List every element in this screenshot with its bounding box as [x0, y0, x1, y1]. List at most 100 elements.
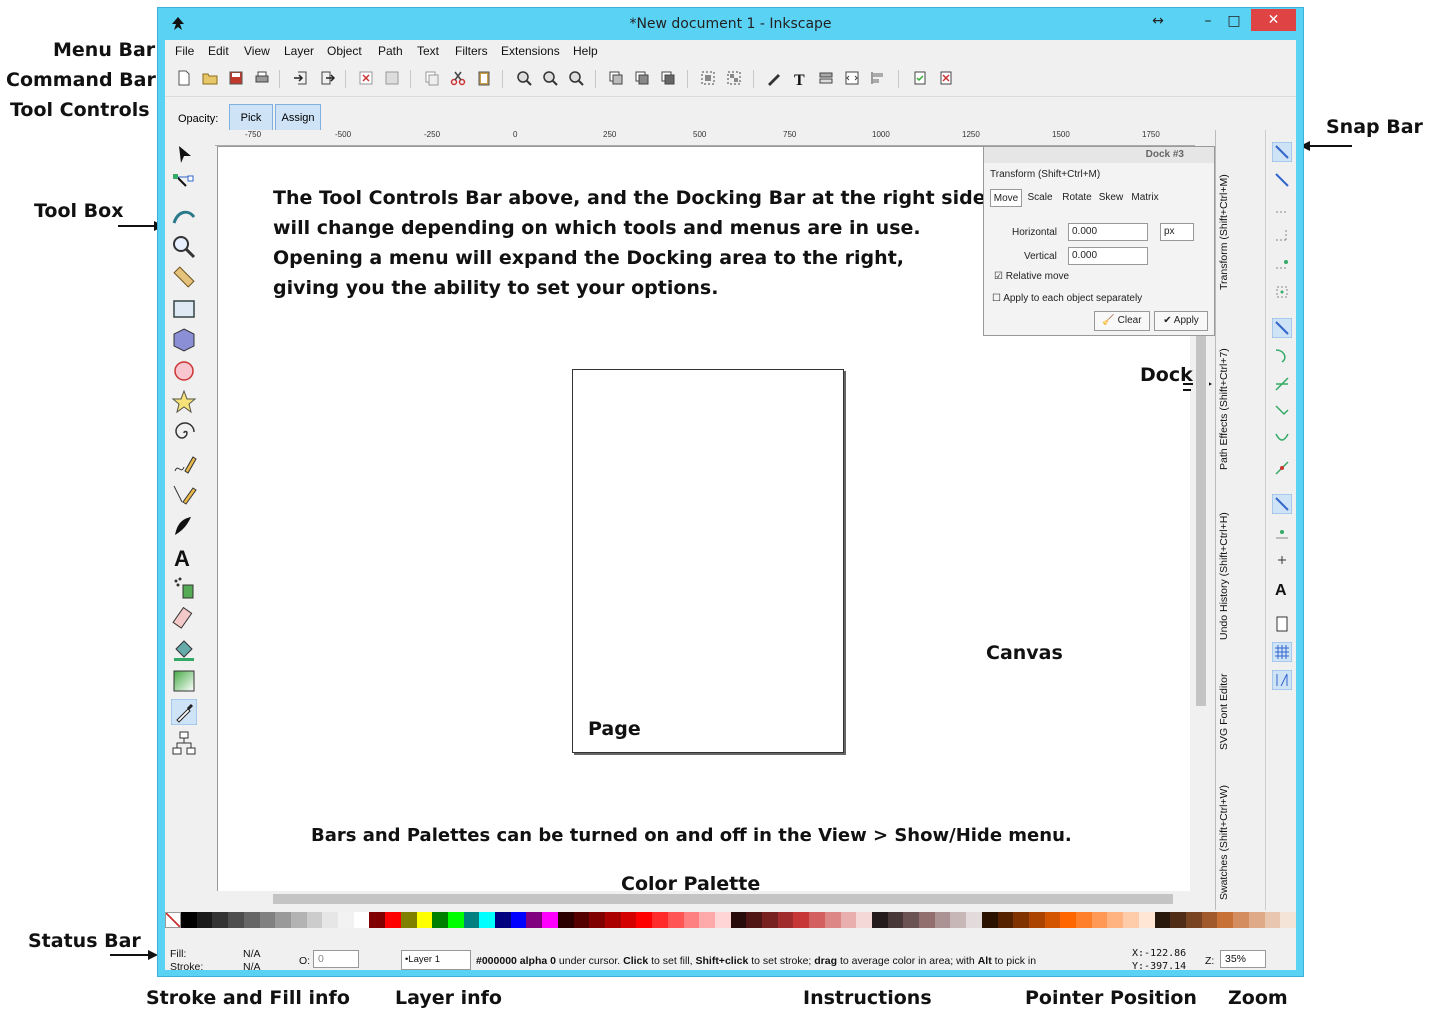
color-swatch[interactable] [447, 912, 464, 928]
clear-button[interactable]: 🧹 Clear [1094, 311, 1150, 331]
color-swatch[interactable] [934, 912, 951, 928]
snap-object-center-icon[interactable] [1272, 522, 1292, 542]
color-swatch[interactable] [919, 912, 935, 928]
color-swatch[interactable] [604, 912, 621, 928]
page[interactable]: Page [572, 369, 844, 753]
layers-icon[interactable] [818, 70, 834, 86]
calligraphy-tool-icon[interactable] [171, 513, 197, 539]
snap-bbox-center-icon[interactable] [1272, 282, 1292, 302]
color-swatch[interactable] [1076, 912, 1092, 928]
snap-grid-icon[interactable] [1272, 642, 1292, 662]
paint-bucket-tool-icon[interactable] [171, 637, 197, 663]
color-swatch[interactable] [353, 912, 370, 928]
color-swatch[interactable] [1107, 912, 1124, 928]
menu-view[interactable]: View [244, 44, 270, 58]
color-swatch[interactable] [1201, 912, 1218, 928]
unlink-clone-icon[interactable] [660, 70, 676, 86]
tab-rotate[interactable]: Rotate [1058, 189, 1096, 207]
pencil-tool-icon[interactable] [171, 451, 197, 477]
menu-layer[interactable]: Layer [284, 44, 314, 58]
align-distribute-icon[interactable] [870, 70, 886, 86]
menu-file[interactable]: File [175, 44, 194, 58]
color-swatch[interactable] [181, 912, 197, 928]
color-swatch[interactable] [699, 912, 715, 928]
color-swatch[interactable] [369, 912, 386, 928]
color-swatch[interactable] [824, 912, 841, 928]
color-swatch[interactable] [432, 912, 448, 928]
menu-text[interactable]: Text [417, 44, 439, 58]
text-font-icon[interactable]: T [792, 70, 808, 86]
redo-icon[interactable] [384, 70, 400, 86]
duplicate-icon[interactable] [608, 70, 624, 86]
color-swatch[interactable] [746, 912, 763, 928]
pen-tool-icon[interactable] [171, 482, 197, 508]
spiral-tool-icon[interactable] [171, 420, 197, 446]
color-swatch[interactable] [903, 912, 920, 928]
color-swatch[interactable] [636, 912, 653, 928]
maximize-button[interactable]: □ [1224, 10, 1244, 32]
print-icon[interactable] [254, 70, 270, 86]
color-swatch[interactable] [683, 912, 700, 928]
ellipse-tool-icon[interactable] [171, 358, 197, 384]
zoom-selection-icon[interactable] [516, 70, 532, 86]
color-swatch[interactable] [243, 912, 260, 928]
color-swatch[interactable] [542, 912, 558, 928]
eraser-tool-icon[interactable] [171, 606, 197, 632]
title-bar[interactable]: *New document 1 - Inkscape ↔ – □ ✕ [158, 8, 1303, 40]
snap-guide-icon[interactable] [1272, 670, 1292, 690]
dock-tab-transform[interactable]: Transform (Shift+Ctrl+M) [1218, 174, 1230, 290]
copy-icon[interactable] [424, 70, 440, 86]
color-swatch[interactable] [809, 912, 825, 928]
rectangle-tool-icon[interactable] [171, 296, 197, 322]
apply-button[interactable]: ✔ Apply [1154, 311, 1208, 331]
menu-edit[interactable]: Edit [208, 44, 229, 58]
color-swatch[interactable] [1280, 912, 1296, 928]
color-swatch[interactable] [589, 912, 605, 928]
vertical-field[interactable]: 0.000 [1068, 247, 1148, 265]
color-swatch[interactable] [259, 912, 276, 928]
color-swatch[interactable] [400, 912, 417, 928]
color-swatch[interactable] [1013, 912, 1029, 928]
document-properties-icon[interactable] [912, 70, 928, 86]
color-swatch[interactable] [652, 912, 668, 928]
color-swatch[interactable] [338, 912, 354, 928]
zoom-tool-icon[interactable] [171, 234, 197, 260]
snap-page-border-icon[interactable] [1272, 614, 1292, 634]
dropper-tool-icon[interactable] [171, 699, 197, 725]
snap-bbox-corner-icon[interactable] [1272, 226, 1292, 246]
clone-icon[interactable] [634, 70, 650, 86]
color-swatch[interactable] [510, 912, 527, 928]
assign-button[interactable]: Assign [275, 104, 321, 132]
ungroup-icon[interactable] [726, 70, 742, 86]
text-tool-icon[interactable]: A [171, 544, 197, 570]
menu-path[interactable]: Path [378, 44, 403, 58]
color-swatch[interactable] [871, 912, 888, 928]
color-swatch[interactable] [1154, 912, 1171, 928]
snap-text-baseline-icon[interactable]: A [1272, 578, 1292, 598]
no-paint-swatch[interactable] [165, 912, 181, 928]
snap-enable-icon[interactable] [1272, 142, 1292, 162]
xml-editor-icon[interactable] [844, 70, 860, 86]
color-swatch[interactable] [966, 912, 982, 928]
color-swatch[interactable] [557, 912, 574, 928]
color-swatch[interactable] [290, 912, 307, 928]
gradient-tool-icon[interactable] [171, 668, 197, 694]
fill-stroke-icon[interactable] [766, 70, 782, 86]
color-swatch[interactable] [526, 912, 543, 928]
color-swatch[interactable] [730, 912, 747, 928]
color-swatch[interactable] [1248, 912, 1265, 928]
color-swatch[interactable] [981, 912, 998, 928]
color-swatch[interactable] [1028, 912, 1045, 928]
open-icon[interactable] [202, 70, 218, 86]
snap-others-icon[interactable] [1272, 494, 1292, 514]
tab-skew[interactable]: Skew [1096, 189, 1126, 207]
import-icon[interactable] [293, 70, 309, 86]
color-swatch[interactable] [840, 912, 857, 928]
new-document-icon[interactable] [176, 70, 192, 86]
node-tool-icon[interactable] [171, 172, 197, 198]
color-swatch[interactable] [212, 912, 229, 928]
color-swatch[interactable] [887, 912, 904, 928]
selector-tool-icon[interactable] [171, 142, 197, 168]
tab-scale[interactable]: Scale [1024, 189, 1056, 207]
group-icon[interactable] [700, 70, 716, 86]
